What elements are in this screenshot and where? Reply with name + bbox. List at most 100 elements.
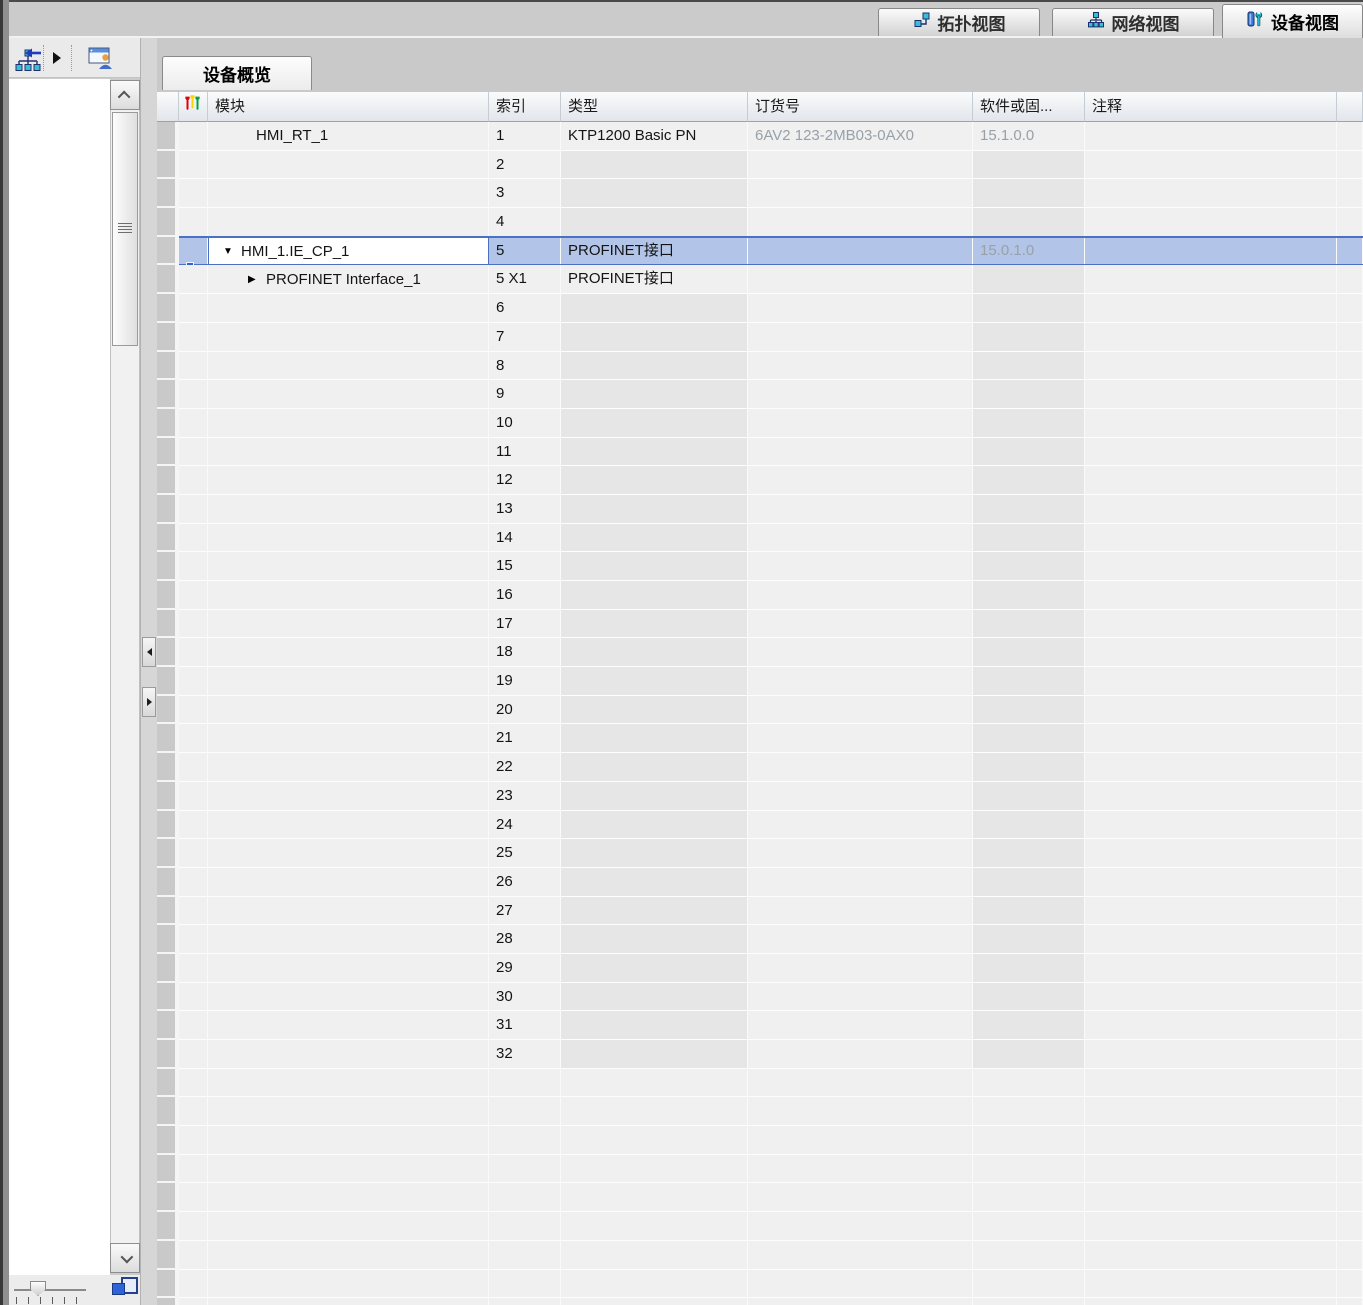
index-cell[interactable]: 12 xyxy=(489,466,561,495)
index-cell[interactable] xyxy=(489,1126,561,1155)
comment-cell[interactable] xyxy=(1085,122,1337,151)
comment-cell[interactable] xyxy=(1085,1069,1337,1098)
index-cell[interactable]: 32 xyxy=(489,1040,561,1069)
type-cell[interactable] xyxy=(561,897,748,926)
row-diagnostics-cell[interactable] xyxy=(179,495,208,524)
comment-cell[interactable] xyxy=(1085,925,1337,954)
type-cell[interactable] xyxy=(561,724,748,753)
module-cell[interactable] xyxy=(208,1040,489,1069)
index-cell[interactable] xyxy=(489,1097,561,1126)
type-cell[interactable] xyxy=(561,208,748,237)
firmware-cell[interactable] xyxy=(973,524,1085,553)
row-gutter-cell[interactable] xyxy=(157,380,179,409)
index-cell[interactable] xyxy=(489,1212,561,1241)
row-gutter-cell[interactable] xyxy=(157,1069,179,1098)
row-gutter-cell[interactable] xyxy=(157,265,179,294)
firmware-cell[interactable] xyxy=(973,811,1085,840)
row-gutter-cell[interactable] xyxy=(157,1183,179,1212)
row-diagnostics-cell[interactable] xyxy=(179,610,208,639)
module-cell[interactable] xyxy=(208,1270,489,1299)
order-number-cell[interactable] xyxy=(748,811,973,840)
comment-cell[interactable] xyxy=(1085,610,1337,639)
row-gutter-cell[interactable] xyxy=(157,1298,179,1305)
type-cell[interactable] xyxy=(561,380,748,409)
row-gutter-cell[interactable] xyxy=(157,122,179,151)
module-cell[interactable] xyxy=(208,495,489,524)
type-cell[interactable] xyxy=(561,1011,748,1040)
firmware-cell[interactable] xyxy=(973,151,1085,180)
expand-arrow-icon[interactable]: ▼ xyxy=(223,238,241,265)
firmware-cell[interactable] xyxy=(973,265,1085,294)
order-number-cell[interactable] xyxy=(748,1212,973,1241)
index-cell[interactable]: 2 xyxy=(489,151,561,180)
column-header-index[interactable]: 索引 xyxy=(489,92,561,122)
row-gutter-cell[interactable] xyxy=(157,352,179,381)
firmware-cell[interactable] xyxy=(973,1011,1085,1040)
index-cell[interactable]: 4 xyxy=(489,208,561,237)
row-gutter-cell[interactable] xyxy=(157,294,179,323)
scrollbar-thumb[interactable] xyxy=(112,112,138,346)
expand-right-button[interactable] xyxy=(142,687,156,717)
type-cell[interactable] xyxy=(561,610,748,639)
type-cell[interactable] xyxy=(561,839,748,868)
row-gutter-cell[interactable] xyxy=(157,466,179,495)
index-cell[interactable]: 24 xyxy=(489,811,561,840)
row-diagnostics-cell[interactable] xyxy=(179,1241,208,1270)
row-gutter-cell[interactable] xyxy=(157,1155,179,1184)
type-cell[interactable] xyxy=(561,983,748,1012)
column-header-firmware[interactable]: 软件或固... xyxy=(973,92,1085,122)
comment-cell[interactable] xyxy=(1085,1183,1337,1212)
row-gutter-cell[interactable] xyxy=(157,610,179,639)
type-cell[interactable] xyxy=(561,581,748,610)
comment-cell[interactable] xyxy=(1085,954,1337,983)
row-diagnostics-cell[interactable] xyxy=(179,524,208,553)
comment-cell[interactable] xyxy=(1085,983,1337,1012)
type-cell[interactable] xyxy=(561,552,748,581)
firmware-cell[interactable] xyxy=(973,696,1085,725)
row-gutter-cell[interactable] xyxy=(157,954,179,983)
row-diagnostics-cell[interactable] xyxy=(179,753,208,782)
order-number-cell[interactable] xyxy=(748,208,973,237)
row-diagnostics-cell[interactable] xyxy=(179,954,208,983)
module-cell[interactable] xyxy=(208,1097,489,1126)
module-cell[interactable] xyxy=(208,438,489,467)
module-cell[interactable] xyxy=(208,696,489,725)
order-number-cell[interactable] xyxy=(748,925,973,954)
row-diagnostics-cell[interactable] xyxy=(179,983,208,1012)
module-cell[interactable] xyxy=(208,954,489,983)
order-number-cell[interactable] xyxy=(748,1155,973,1184)
index-cell[interactable]: 6 xyxy=(489,294,561,323)
index-cell[interactable]: 28 xyxy=(489,925,561,954)
row-gutter-cell[interactable] xyxy=(157,151,179,180)
order-number-cell[interactable] xyxy=(748,782,973,811)
type-cell[interactable] xyxy=(561,696,748,725)
row-diagnostics-cell[interactable] xyxy=(179,380,208,409)
table-row[interactable]: 32 xyxy=(157,1040,1363,1069)
row-gutter-cell[interactable] xyxy=(157,581,179,610)
type-cell[interactable] xyxy=(561,638,748,667)
index-cell[interactable]: 27 xyxy=(489,897,561,926)
row-diagnostics-cell[interactable] xyxy=(179,1069,208,1098)
module-cell[interactable]: ▶PROFINET Interface_1 xyxy=(208,265,489,294)
firmware-cell[interactable] xyxy=(973,1155,1085,1184)
order-number-cell[interactable] xyxy=(748,610,973,639)
table-row[interactable]: 17 xyxy=(157,610,1363,639)
order-number-cell[interactable] xyxy=(748,638,973,667)
firmware-cell[interactable] xyxy=(973,294,1085,323)
row-gutter-cell[interactable] xyxy=(157,983,179,1012)
index-cell[interactable]: 19 xyxy=(489,667,561,696)
tab-network-view[interactable]: 网络视图 xyxy=(1052,8,1214,36)
row-diagnostics-cell[interactable] xyxy=(179,1011,208,1040)
module-cell[interactable] xyxy=(208,610,489,639)
comment-cell[interactable] xyxy=(1085,1011,1337,1040)
row-diagnostics-cell[interactable] xyxy=(179,1270,208,1299)
table-row[interactable]: ▼HMI_1.IE_CP_1 5 PROFINET接口 15.0.1.0 xyxy=(157,237,1363,266)
table-row[interactable]: 7 xyxy=(157,323,1363,352)
row-gutter-cell[interactable] xyxy=(157,811,179,840)
comment-cell[interactable] xyxy=(1085,839,1337,868)
table-row[interactable]: 8 xyxy=(157,352,1363,381)
row-gutter-cell[interactable] xyxy=(157,409,179,438)
module-cell[interactable] xyxy=(208,1011,489,1040)
comment-cell[interactable] xyxy=(1085,1040,1337,1069)
row-gutter-cell[interactable] xyxy=(157,782,179,811)
